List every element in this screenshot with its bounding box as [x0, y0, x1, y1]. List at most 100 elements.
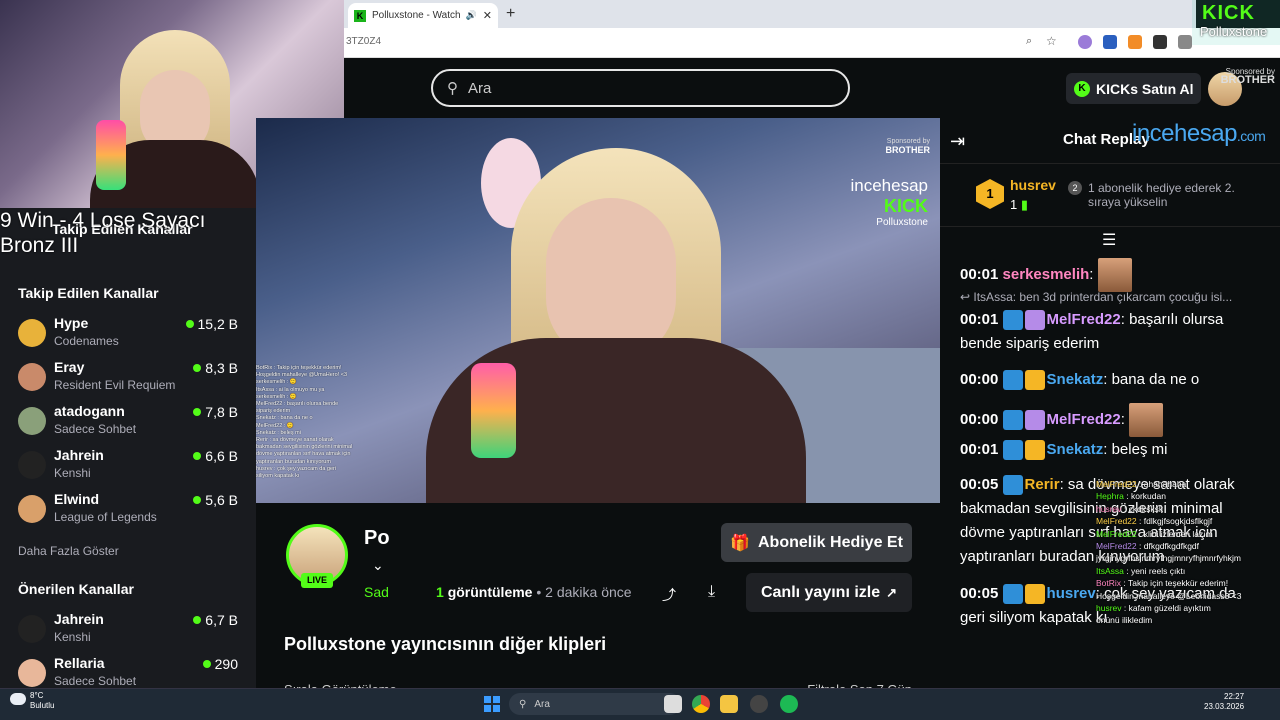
leaderboard-prompt: 1 abonelik hediye ederek 2. sıraya yükse…: [1088, 181, 1235, 209]
spotify-icon[interactable]: [780, 695, 798, 713]
overlay-chat-line: husrev : ckdksksk: [1096, 503, 1164, 514]
sidebar-channel-item[interactable]: Elwind League of Legends 5,6 B: [18, 491, 243, 535]
moderator-badge-icon: [1002, 310, 1023, 331]
mini-chat-line: serkesmelih : 🙂: [256, 379, 297, 386]
buy-kicks-button[interactable]: K KICKs Satın Al: [1066, 73, 1201, 104]
overlay-chat-line: MelFred22 : fdlkgjfsogkjdsflkgjf: [1096, 516, 1213, 527]
weather-widget[interactable]: 8°C Bulutlu: [10, 691, 54, 711]
overlay-chat-line: MelFred22 : dfkgdfkgdfkgdf: [1096, 541, 1200, 552]
viewer-count: 6,6 B: [193, 448, 238, 464]
search-input[interactable]: ⚲ Ara: [431, 69, 850, 107]
system-clock[interactable]: 22:27 23.03.2026: [1204, 692, 1244, 712]
crown-badge-icon: [1024, 440, 1045, 461]
brand-overlay: KICK Polluxstone: [1192, 0, 1280, 45]
start-button[interactable]: [484, 696, 500, 712]
sidebar-channel-item[interactable]: atadogann Sadece Sohbet 7,8 B: [18, 403, 243, 447]
mini-chat-line: MelFred22 : 🙂: [256, 422, 294, 429]
chat-timestamp: 00:01: [960, 265, 999, 283]
sponsor-tag: Sponsored by BROTHER: [1220, 67, 1275, 86]
video-brand-overlay: incehesap KICK Polluxstone: [850, 176, 928, 228]
channel-category: Kenshi: [54, 466, 91, 480]
chat-username[interactable]: MelFred22: [1047, 311, 1121, 328]
audio-icon[interactable]: 🔊: [466, 10, 477, 21]
overlay-chat-line: ItsAssa : yeni reels çıktı: [1096, 565, 1186, 576]
video-mini-chat: BotRix : Takip için teşekkür ederim! Hoşg…: [256, 365, 366, 480]
sidebar-channel-item[interactable]: Jahrein Kenshi 6,6 B: [18, 447, 243, 491]
extensions-puzzle-icon[interactable]: [1178, 35, 1192, 49]
channel-name: atadogann: [54, 403, 125, 419]
live-dot-icon: [193, 496, 202, 504]
show-more-link[interactable]: Daha Fazla Göster: [18, 544, 119, 558]
chat-username[interactable]: Snekatz: [1047, 441, 1104, 458]
clip-meta: 1 görüntüleme • 2 dakika önce: [436, 584, 632, 600]
new-tab-button[interactable]: +: [506, 5, 515, 23]
taskbar-search[interactable]: ⚲ Ara: [509, 693, 681, 715]
live-dot-icon: [193, 364, 202, 372]
browser-tab[interactable]: K Polluxstone - Watch clips o 🔊 ✕: [348, 3, 498, 28]
gift-badge-icon: [1024, 410, 1045, 430]
chrome-icon[interactable]: [692, 695, 710, 713]
crown-badge-icon: [1024, 370, 1045, 391]
chat-filter-icon[interactable]: ☰: [1102, 230, 1116, 250]
task-view-icon[interactable]: [664, 695, 682, 713]
channel-name: Elwind: [54, 491, 100, 507]
gift-subscription-button[interactable]: 🎁 Abonelik Hediye Et: [721, 523, 912, 562]
channel-avatar: [18, 615, 46, 643]
channel-avatar: [18, 495, 46, 523]
live-dot-icon: [202, 660, 211, 668]
channel-name: Jahrein: [54, 611, 104, 627]
moderator-badge-icon: [1002, 440, 1023, 461]
app-icon[interactable]: [750, 695, 768, 713]
bookmark-star-icon[interactable]: ☆: [1046, 34, 1057, 48]
chat-timestamp: 00:05: [960, 585, 999, 602]
extension-icon[interactable]: [1128, 35, 1142, 49]
sidebar-channel-item[interactable]: Eray Resident Evil Requiem 8,3 B: [18, 359, 243, 403]
close-tab-icon[interactable]: ✕: [483, 9, 492, 22]
sidebar-channel-item[interactable]: Jahrein Kenshi 6,7 B: [18, 611, 243, 655]
live-dot-icon: [193, 452, 202, 460]
extension-icon[interactable]: [1103, 35, 1117, 49]
cloud-icon: [10, 693, 26, 705]
channel-category: Resident Evil Requiem: [54, 378, 176, 392]
overlay-chat-line: husrev : kafam güzeldi ayıktım: [1096, 603, 1211, 614]
sidebar-channel-item[interactable]: Hype Codenames 15,2 B: [18, 315, 243, 359]
extension-icon[interactable]: [1153, 35, 1167, 49]
channel-category: Sadece Sohbet: [54, 674, 137, 688]
chat-username[interactable]: serkesmelih: [1003, 266, 1090, 283]
buy-kicks-label: KICKs Satın Al: [1096, 80, 1194, 97]
channel-name: Eray: [54, 359, 85, 375]
leader-count: 1 ▮: [1010, 197, 1029, 212]
stream-category[interactable]: Sad: [364, 584, 389, 600]
stream-overlay-chat: MelFred22 : ahahahaha Hephra : korkudan hu…: [1096, 478, 1280, 627]
chat-text: beleş mi: [1107, 441, 1168, 458]
mini-chat-line: husrev : çok şey yazıcam da geri: [256, 465, 337, 472]
chat-username[interactable]: Snekatz: [1047, 371, 1104, 388]
channel-name: Jahrein: [54, 447, 104, 463]
chat-username[interactable]: husrev: [1047, 585, 1096, 602]
chat-reply-preview[interactable]: ↩ ItsAssa: ben 3d printerdan çıkarcam ço…: [960, 290, 1260, 304]
chevron-down-icon[interactable]: ⌄: [372, 557, 384, 574]
chat-username[interactable]: MelFred22: [1047, 411, 1121, 428]
external-link-icon: ↗: [886, 584, 898, 600]
extension-icon[interactable]: [1078, 35, 1092, 49]
download-icon[interactable]: ⤓: [708, 583, 715, 601]
live-badge: LIVE: [301, 573, 333, 588]
viewer-count: 290: [202, 656, 238, 672]
chat-message: 00:01 serkesmelih:: [960, 258, 1260, 292]
search-placeholder: Ara: [468, 79, 492, 97]
crown-badge-icon: [1024, 584, 1045, 605]
search-icon: ⚲: [447, 80, 458, 97]
chat-timestamp: 00:05: [960, 476, 999, 493]
mini-chat-line: serkesmelih : 🙂: [256, 393, 297, 400]
zoom-icon[interactable]: ⌕: [1026, 35, 1032, 48]
streamer-name[interactable]: Po: [364, 527, 390, 550]
pinned-gift-leaderboard: 1 husrev 1 ▮ 2 1 abonelik hediye ederek …: [940, 165, 1280, 227]
moderator-badge-icon: [1002, 370, 1023, 391]
collapse-chat-icon[interactable]: ⇥: [950, 131, 965, 152]
chat-username[interactable]: Rerir: [1025, 476, 1060, 493]
share-icon[interactable]: ⤴: [662, 585, 676, 605]
watch-live-button[interactable]: Canlı yayını izle ↗: [746, 573, 912, 612]
other-clips-title: Polluxstone yayıncısının diğer klipleri: [284, 634, 607, 654]
file-explorer-icon[interactable]: [720, 695, 738, 713]
leader-username[interactable]: husrev: [1010, 177, 1056, 193]
